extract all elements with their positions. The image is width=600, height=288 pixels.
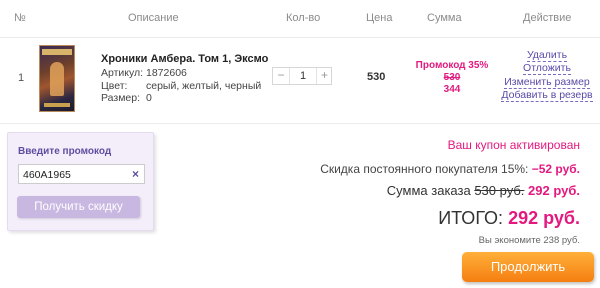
loyalty-discount: Скидка постоянного покупателя 15%: −52 р…: [320, 162, 580, 176]
table-row: 1 Хроники Амбера. Том 1, Эксмо Артикул: 1…: [0, 38, 600, 124]
loyalty-value: −52 руб.: [531, 162, 580, 176]
change-size-link[interactable]: Изменить размер: [504, 76, 590, 89]
order-sum-label: Сумма заказа: [386, 183, 471, 198]
delete-link[interactable]: Удалить: [526, 50, 568, 62]
order-sum-new: 292 руб.: [528, 183, 580, 198]
promo-code-value: 460A1965: [23, 169, 71, 181]
total-amount: 292 руб.: [508, 208, 580, 228]
new-price: 344: [443, 84, 461, 95]
item-actions: Удалить Отложить Изменить размер Добавит…: [500, 49, 594, 102]
attr-label: Размер:: [101, 92, 141, 104]
loyalty-label: Скидка постоянного покупателя 15%:: [320, 162, 529, 176]
product-title[interactable]: Хроники Амбера. Том 1, Эксмо: [101, 53, 268, 65]
attr-label: Артикул:: [101, 67, 144, 79]
cover-title-band: [42, 49, 72, 55]
order-total: ИТОГО: 292 руб.: [438, 208, 580, 229]
attr-value: серый, желтый, черный: [146, 79, 262, 92]
quantity-input[interactable]: 1: [289, 68, 317, 84]
old-price: 530: [443, 72, 461, 83]
cover-bottom-band: [44, 103, 70, 107]
header-number: №: [14, 12, 26, 24]
header-action: Действие: [523, 12, 572, 24]
header-sum: Сумма: [427, 12, 462, 24]
promo-panel: Введите промокод 460A1965 × Получить ски…: [7, 132, 154, 231]
savings-text: Вы экономите 238 руб.: [478, 235, 580, 246]
attr-color: Цвет: серый, желтый, черный: [101, 80, 261, 93]
clear-icon[interactable]: ×: [132, 167, 139, 181]
header-price: Цена: [366, 12, 393, 24]
increase-button[interactable]: +: [317, 68, 332, 84]
book-cover-image[interactable]: [39, 45, 75, 112]
row-number: 1: [18, 72, 25, 84]
attr-value: 1872606: [146, 67, 187, 79]
get-discount-button[interactable]: Получить скидку: [17, 196, 140, 218]
decrease-button[interactable]: −: [273, 68, 289, 84]
promo-label: Промокод 35%: [415, 60, 489, 71]
header-quantity: Кол-во: [286, 12, 321, 24]
order-sum-old: 530 руб.: [474, 183, 525, 198]
attr-value: 0: [146, 92, 152, 104]
continue-button[interactable]: Продолжить: [462, 252, 594, 282]
attr-label: Цвет:: [101, 79, 128, 92]
coupon-activated-message: Ваш купон активирован: [447, 138, 580, 152]
item-sum: Промокод 35% 530 344: [412, 60, 492, 96]
postpone-link[interactable]: Отложить: [523, 63, 571, 76]
product-attributes: Артикул: 1872606 Цвет: серый, желтый, черн…: [101, 67, 261, 105]
add-to-reserve-link[interactable]: Добавить в резерв: [501, 89, 593, 102]
attr-size: Размер: 0: [101, 92, 261, 105]
promo-label: Введите промокод: [18, 146, 112, 157]
quantity-stepper: − 1 +: [272, 67, 332, 85]
header-description: Описание: [128, 12, 179, 24]
order-sum: Сумма заказа 530 руб. 292 руб.: [387, 183, 580, 198]
promo-code-input[interactable]: 460A1965 ×: [18, 164, 145, 184]
cover-figure: [50, 62, 64, 96]
attr-article: Артикул: 1872606: [101, 67, 261, 80]
unit-price: 530: [367, 71, 386, 83]
table-header: № Описание Кол-во Цена Сумма Действие: [0, 0, 600, 38]
total-label: ИТОГО:: [438, 208, 504, 228]
